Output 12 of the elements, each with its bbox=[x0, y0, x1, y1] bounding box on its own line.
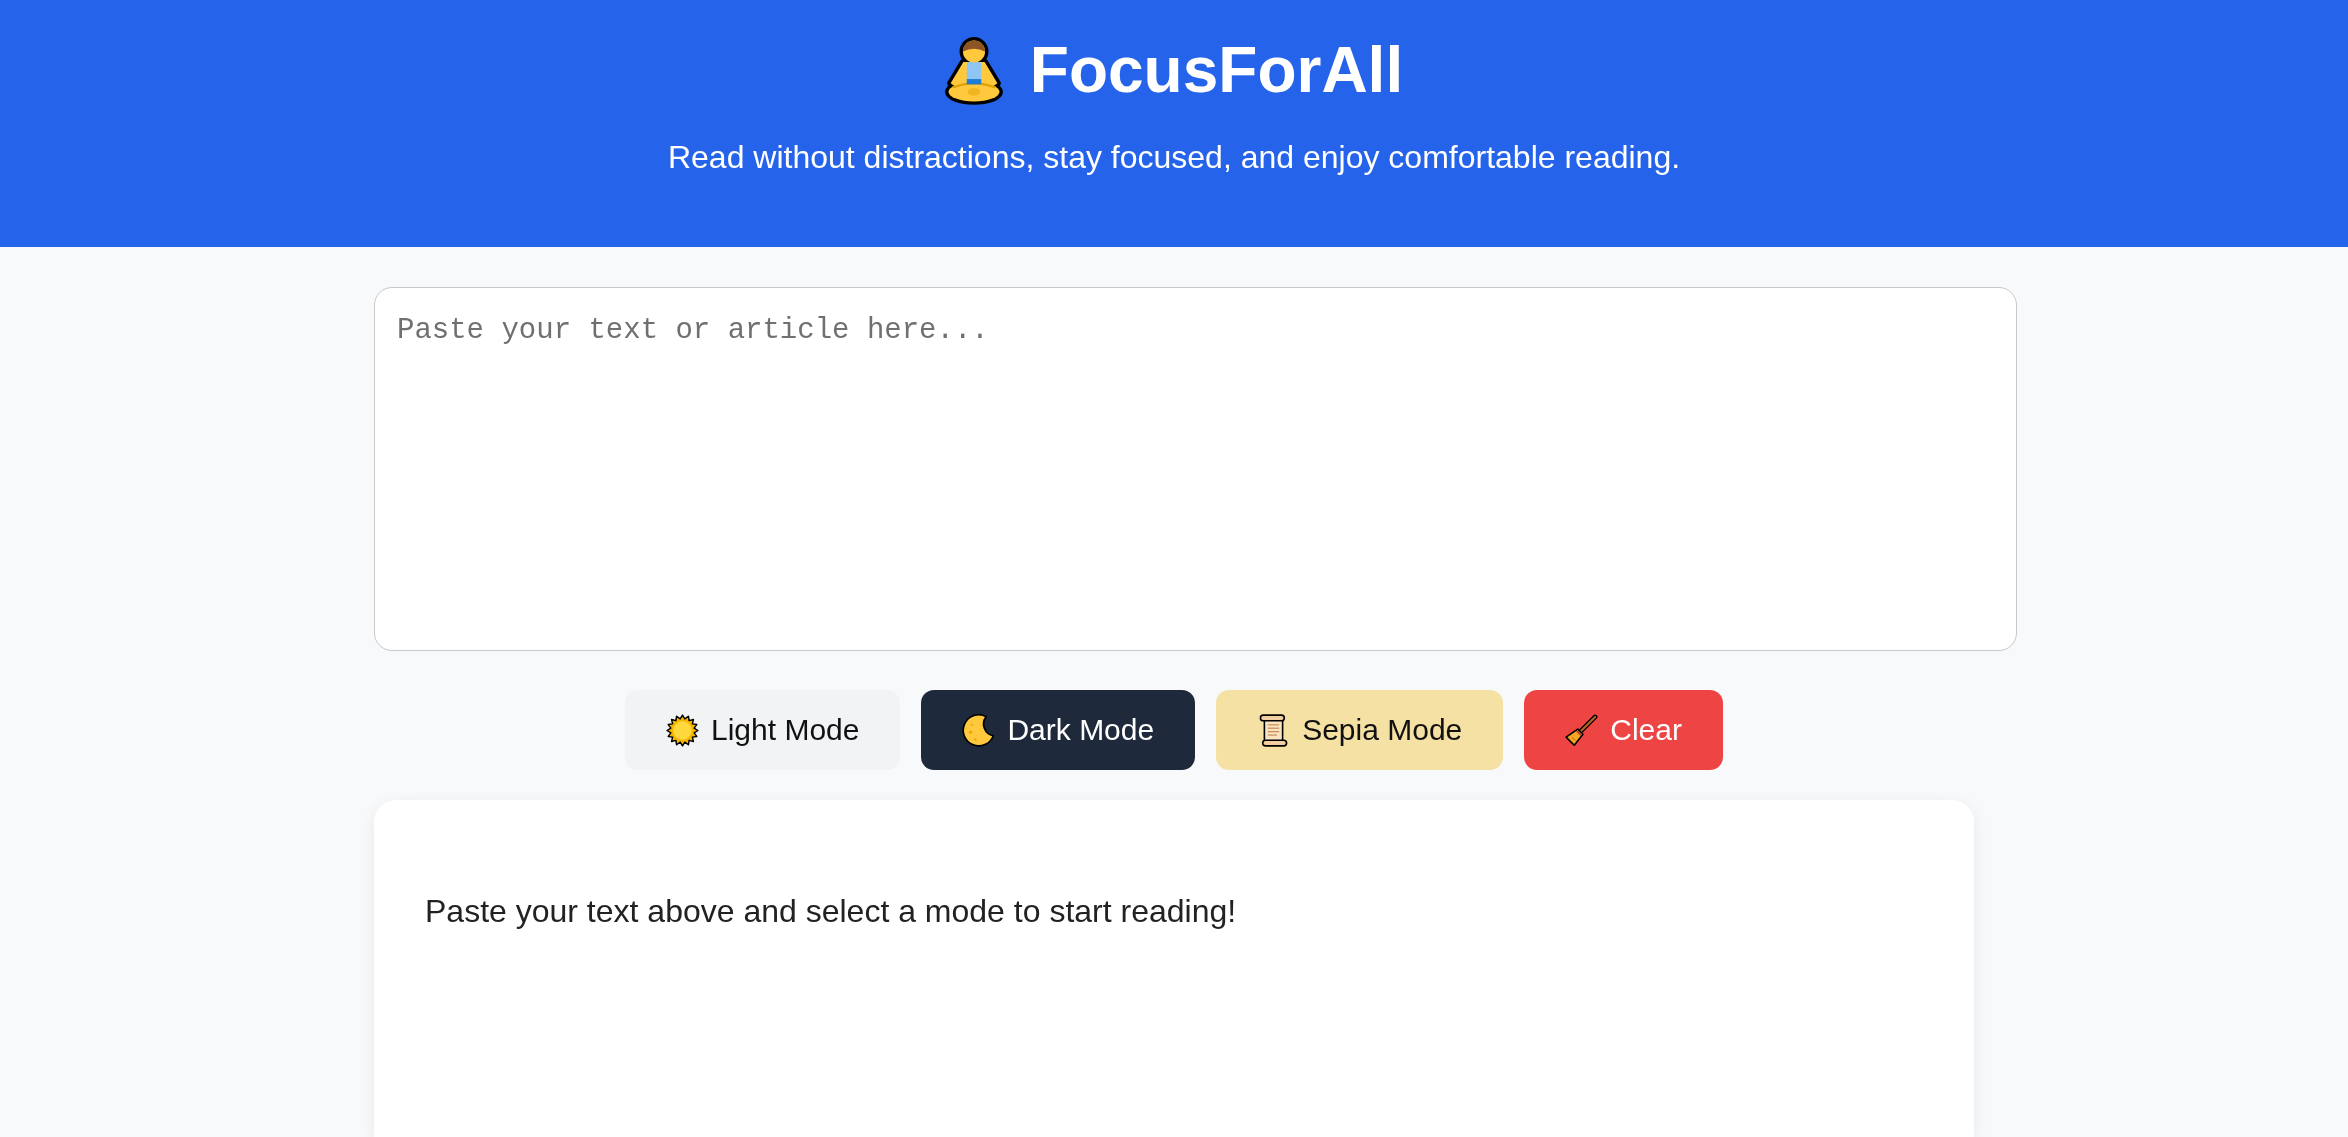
text-input[interactable]: Paste your text or article here... bbox=[374, 287, 2017, 651]
app-title: FocusForAll bbox=[1029, 33, 1404, 108]
reading-text: Paste your text above and select a mode to start reading! bbox=[425, 892, 1237, 931]
mode-button[interactable]: Dark Mode bbox=[921, 690, 1196, 770]
broom-icon bbox=[1565, 713, 1599, 747]
clear-button[interactable]: Clear bbox=[1524, 690, 1723, 770]
moon-icon bbox=[962, 713, 996, 747]
mode-button[interactable]: Light Mode bbox=[625, 690, 901, 770]
mode-button[interactable]: Sepia Mode bbox=[1216, 690, 1504, 770]
app-subtitle: Read without distractions, stay focused, and enjoy comfortable reading. bbox=[667, 139, 1681, 176]
sun-icon bbox=[666, 713, 699, 747]
meditating-person-icon bbox=[944, 36, 1003, 105]
